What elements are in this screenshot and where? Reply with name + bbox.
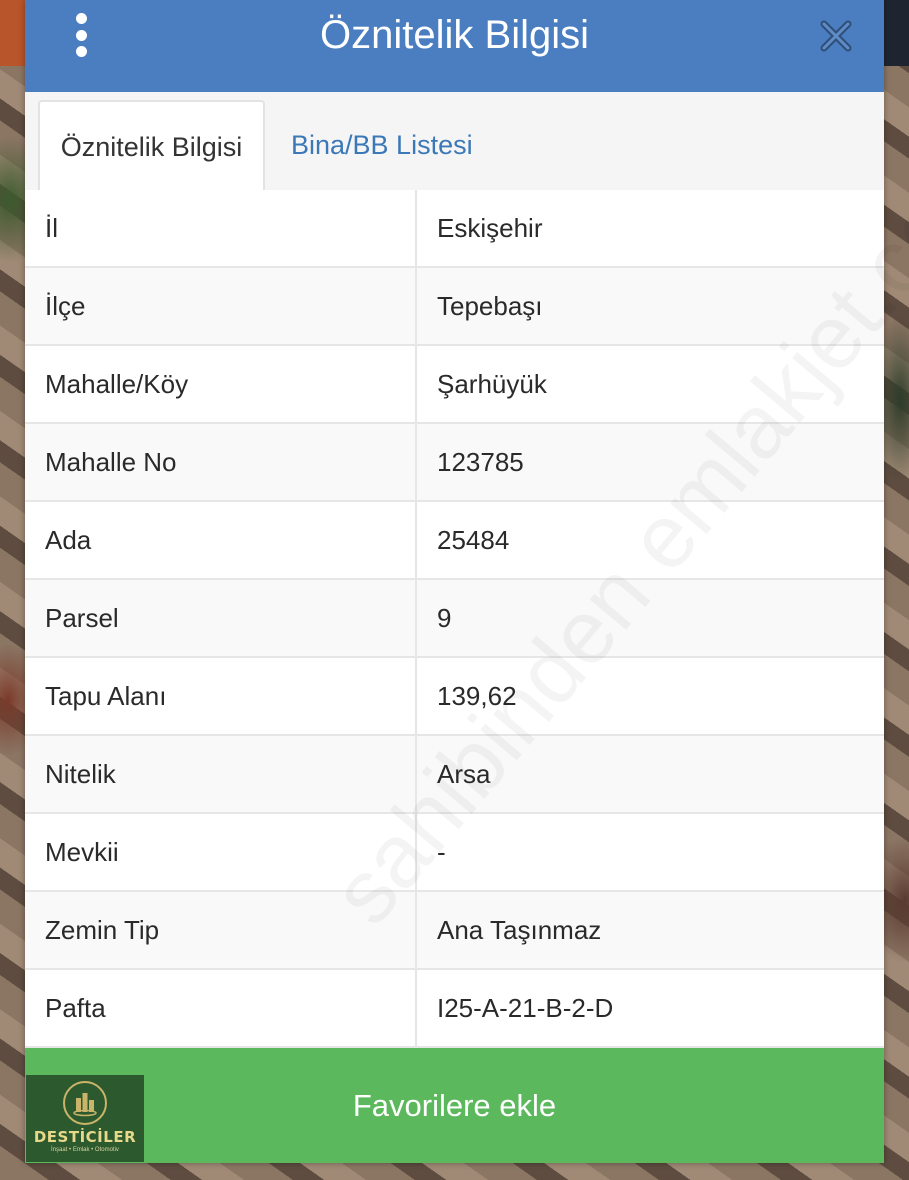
- company-logo: DESTİCİLER İnşaat • Emlak • Otomotiv: [26, 1075, 144, 1162]
- row-value: Şarhüyük: [417, 346, 884, 422]
- table-row: Mevkii -: [25, 814, 884, 892]
- table-row: Mahalle/Köy Şarhüyük: [25, 346, 884, 424]
- row-value: Tepebaşı: [417, 268, 884, 344]
- row-label: Mahalle No: [25, 424, 417, 500]
- row-label: Parsel: [25, 580, 417, 656]
- row-value: Arsa: [417, 736, 884, 812]
- close-icon[interactable]: [817, 17, 855, 55]
- row-label: İl: [25, 190, 417, 266]
- row-value: I25-A-21-B-2-D: [417, 970, 884, 1046]
- row-value: 25484: [417, 502, 884, 578]
- table-row: İl Eskişehir: [25, 190, 884, 268]
- row-value: Ana Taşınmaz: [417, 892, 884, 968]
- row-label: Tapu Alanı: [25, 658, 417, 734]
- row-value: Eskişehir: [417, 190, 884, 266]
- row-label: Mevkii: [25, 814, 417, 890]
- tab-building-list[interactable]: Bina/BB Listesi: [271, 100, 493, 190]
- row-label: Pafta: [25, 970, 417, 1046]
- row-label: Mahalle/Köy: [25, 346, 417, 422]
- logo-name: DESTİCİLER: [33, 1128, 137, 1146]
- tab-attribute-info[interactable]: Öznitelik Bilgisi: [38, 100, 265, 192]
- row-label: Zemin Tip: [25, 892, 417, 968]
- table-row: Tapu Alanı 139,62: [25, 658, 884, 736]
- attribute-table: İl Eskişehir İlçe Tepebaşı Mahalle/Köy Ş…: [25, 190, 884, 1048]
- add-to-favorites-button[interactable]: Favorilere ekle: [25, 1048, 884, 1163]
- row-value: 123785: [417, 424, 884, 500]
- logo-tagline: İnşaat • Emlak • Otomotiv: [51, 1147, 119, 1153]
- row-value: 139,62: [417, 658, 884, 734]
- dialog-title: Öznitelik Bilgisi: [320, 13, 589, 57]
- row-label: Ada: [25, 502, 417, 578]
- table-row: Zemin Tip Ana Taşınmaz: [25, 892, 884, 970]
- attribute-dialog: Öznitelik Bilgisi Öznitelik Bilgisi Bina…: [25, 0, 909, 1163]
- row-value: -: [417, 814, 884, 890]
- table-row: Parsel 9: [25, 580, 884, 658]
- row-label: Nitelik: [25, 736, 417, 812]
- row-label: İlçe: [25, 268, 417, 344]
- table-row: İlçe Tepebaşı: [25, 268, 884, 346]
- table-row: Ada 25484: [25, 502, 884, 580]
- row-value: 9: [417, 580, 884, 656]
- dialog-header: Öznitelik Bilgisi: [25, 0, 884, 92]
- table-row: Nitelik Arsa: [25, 736, 884, 814]
- building-emblem-icon: [63, 1081, 107, 1125]
- tab-bar: Öznitelik Bilgisi Bina/BB Listesi: [25, 92, 884, 192]
- table-row: Pafta I25-A-21-B-2-D: [25, 970, 884, 1048]
- table-row: Mahalle No 123785: [25, 424, 884, 502]
